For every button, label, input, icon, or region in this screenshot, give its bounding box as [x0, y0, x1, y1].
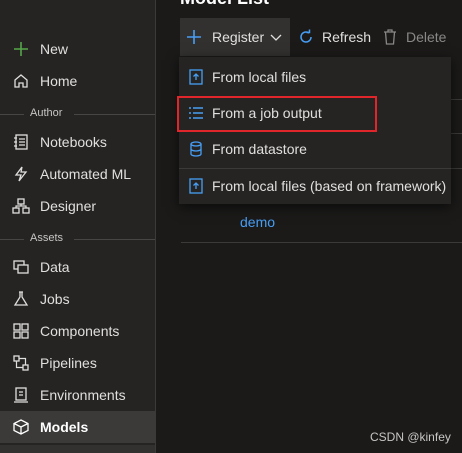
menu-item-label: From local files: [212, 69, 307, 85]
menu-item-from-local-files[interactable]: From local files: [179, 59, 451, 95]
model-link-demo[interactable]: demo: [240, 214, 275, 230]
components-label: Components: [40, 323, 120, 339]
home-icon: [12, 72, 30, 90]
refresh-icon: [297, 28, 315, 46]
pipelines-label: Pipelines: [40, 355, 97, 371]
notebook-icon: [12, 133, 30, 151]
sidebar-item-models[interactable]: Models: [0, 411, 155, 443]
sidebar-item-components[interactable]: Components: [0, 315, 155, 347]
upload-file-icon: [187, 68, 205, 86]
author-section-header: Author: [0, 106, 155, 122]
page-title: Model List: [180, 0, 269, 9]
components-icon: [12, 322, 30, 340]
refresh-button[interactable]: Refresh: [297, 18, 372, 56]
environments-label: Environments: [40, 387, 126, 403]
datastore-icon: [187, 140, 205, 158]
sidebar-item-jobs[interactable]: Jobs: [0, 283, 155, 315]
assets-section-header: Assets: [0, 231, 155, 247]
sidebar-item-home[interactable]: Home: [0, 65, 155, 97]
menu-item-from-local-files-framework[interactable]: From local files (based on framework): [179, 168, 451, 204]
menu-item-label: From local files (based on framework): [212, 178, 447, 194]
assets-header-text: Assets: [30, 232, 64, 244]
new-button[interactable]: New: [0, 33, 155, 65]
menu-item-label: From datastore: [212, 141, 307, 157]
sidebar-item-automated-ml[interactable]: Automated ML: [0, 158, 155, 190]
data-icon: [12, 258, 30, 276]
upload-file-icon: [187, 177, 205, 195]
plus-icon: [12, 40, 30, 58]
home-label: Home: [40, 73, 78, 89]
menu-item-from-datastore[interactable]: From datastore: [179, 131, 451, 167]
plus-icon: [185, 28, 203, 46]
sidebar-partial-item: [0, 445, 155, 453]
sidebar-item-notebooks[interactable]: Notebooks: [0, 126, 155, 158]
data-label: Data: [40, 259, 70, 275]
delete-button[interactable]: Delete: [381, 18, 453, 56]
models-label: Models: [40, 419, 89, 435]
table-row-divider: [181, 242, 462, 243]
chevron-down-icon: [269, 30, 283, 44]
jobs-label: Jobs: [40, 291, 70, 307]
sidebar-item-designer[interactable]: Designer: [0, 190, 155, 222]
pipelines-icon: [12, 354, 30, 372]
notebooks-label: Notebooks: [40, 134, 107, 150]
register-label: Register: [212, 29, 265, 45]
designer-label: Designer: [40, 198, 97, 214]
designer-icon: [12, 197, 30, 215]
register-button[interactable]: Register: [180, 18, 290, 56]
sidebar-item-environments[interactable]: Environments: [0, 379, 155, 411]
sidebar-item-data[interactable]: Data: [0, 251, 155, 283]
watermark: CSDN @kinfey: [370, 430, 451, 444]
jobs-flask-icon: [12, 290, 30, 308]
new-label: New: [40, 41, 69, 57]
author-header-text: Author: [30, 107, 63, 119]
sidebar-item-pipelines[interactable]: Pipelines: [0, 347, 155, 379]
left-sidebar: New Home Author Notebooks Automated ML D…: [0, 0, 156, 453]
automated-ml-icon: [12, 165, 30, 183]
environments-icon: [12, 386, 30, 404]
refresh-label: Refresh: [322, 29, 372, 45]
delete-label: Delete: [406, 29, 447, 45]
trash-icon: [381, 28, 399, 46]
models-cube-icon: [12, 418, 30, 436]
annotation-highlight-box: [177, 96, 377, 132]
automated-ml-label: Automated ML: [40, 166, 132, 182]
